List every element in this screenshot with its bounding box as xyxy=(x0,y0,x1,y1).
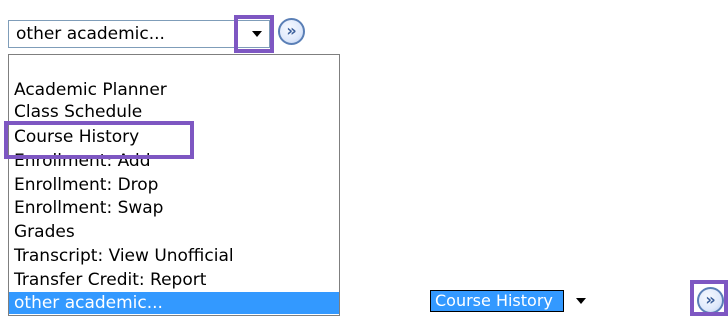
dropdown-item-transfer-credit-report[interactable]: Transfer Credit: Report xyxy=(9,269,339,291)
dropdown-item-transcript-view-unofficial[interactable]: Transcript: View Unofficial xyxy=(9,245,339,267)
academic-select[interactable]: other academic... xyxy=(8,20,270,48)
dropdown-list: Academic Planner Class Schedule Course H… xyxy=(8,54,340,316)
academic-select-selected[interactable]: Course History xyxy=(430,290,564,312)
academic-select-value: other academic... xyxy=(16,24,165,44)
selected-value: Course History xyxy=(435,291,553,310)
highlight-dropdown-arrow xyxy=(234,15,274,53)
double-chevron-right-icon: » xyxy=(286,21,297,40)
dropdown-item-enrollment-drop[interactable]: Enrollment: Drop xyxy=(9,174,339,196)
highlight-course-history xyxy=(4,121,194,159)
go-button[interactable]: » xyxy=(278,18,305,45)
dropdown-toggle-button-bottom[interactable] xyxy=(572,292,590,310)
highlight-go-button xyxy=(690,280,728,316)
dropdown-item-enrollment-swap[interactable]: Enrollment: Swap xyxy=(9,197,339,219)
dropdown-item-class-schedule[interactable]: Class Schedule xyxy=(9,101,339,123)
chevron-down-icon xyxy=(576,298,586,304)
screen: other academic... » Academic Planner Cla… xyxy=(0,0,728,316)
dropdown-item-academic-planner[interactable]: Academic Planner xyxy=(9,79,339,101)
dropdown-item-grades[interactable]: Grades xyxy=(9,221,339,243)
dropdown-item-other-academic[interactable]: other academic... xyxy=(9,292,339,314)
